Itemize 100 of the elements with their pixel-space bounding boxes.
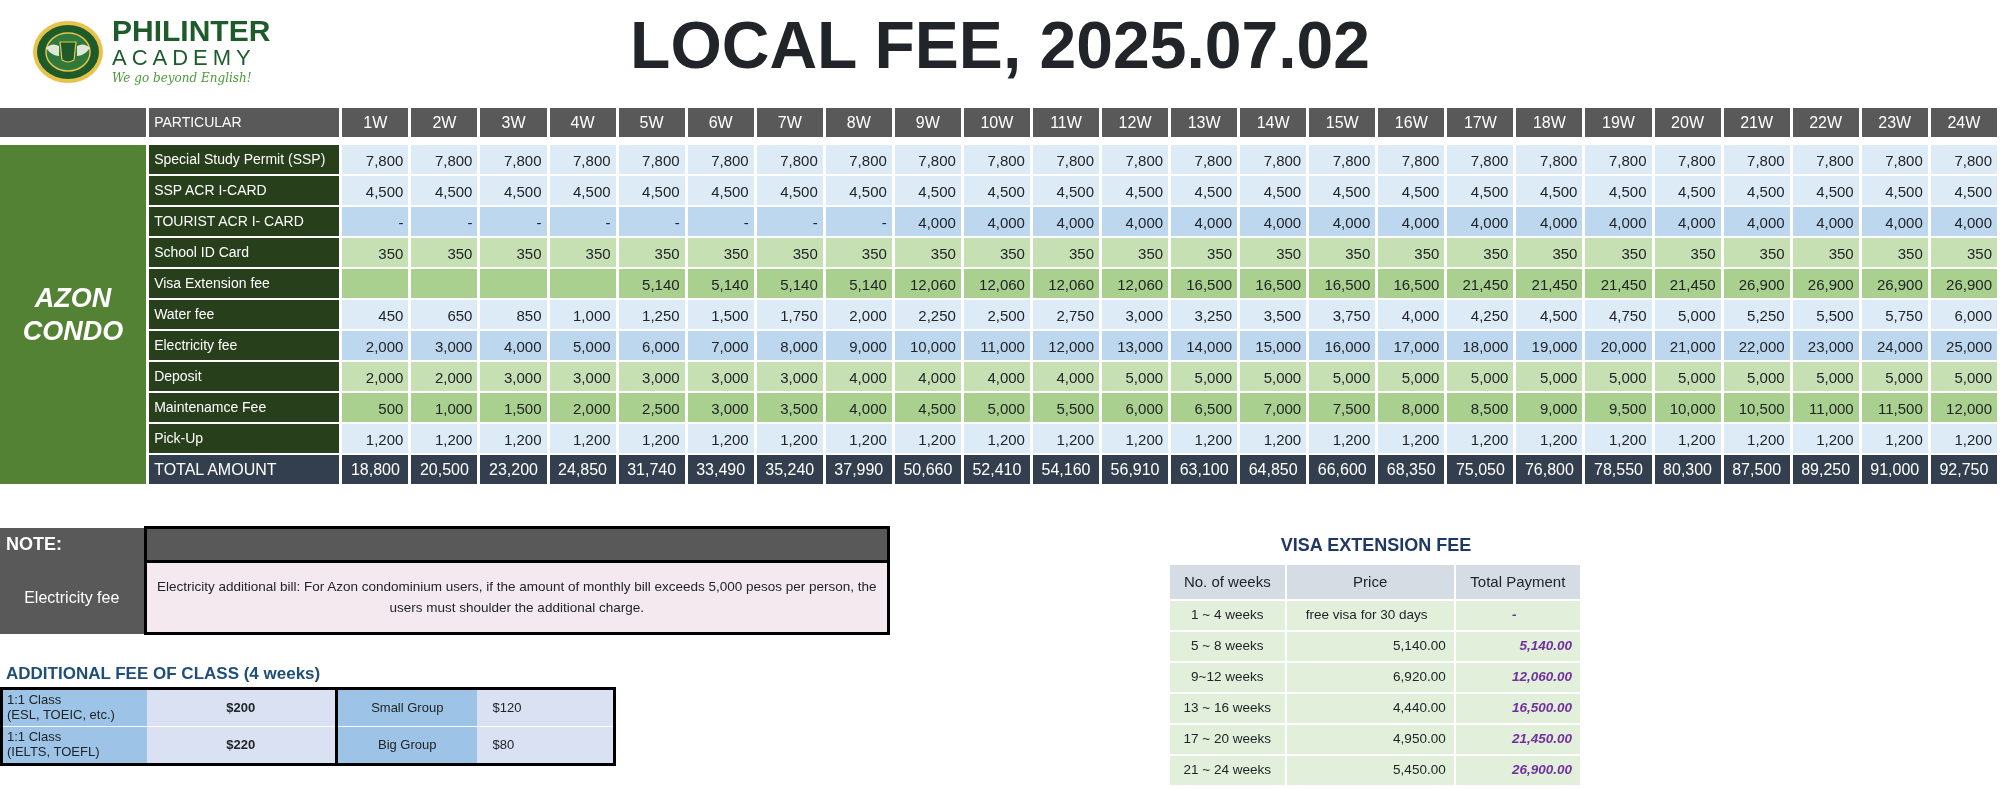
table-cell: - <box>687 207 754 236</box>
table-cell: 7,800 <box>1102 145 1169 174</box>
table-cell: 3,000 <box>549 362 616 391</box>
table-cell: 5,750 <box>1861 300 1928 329</box>
table-cell: 4,000 <box>1516 207 1583 236</box>
table-cell: 4,000 <box>1102 207 1169 236</box>
table-cell: 4,000 <box>1171 207 1238 236</box>
table-cell: 15,000 <box>1240 331 1307 360</box>
column-header: 21W <box>1723 108 1790 137</box>
column-header: 14W <box>1240 108 1307 137</box>
table-cell: 16,500 <box>1171 269 1238 298</box>
table-cell: 2,000 <box>411 362 478 391</box>
table-cell: 91,000 <box>1861 455 1928 484</box>
page-title: LOCAL FEE, 2025.07.02 <box>630 12 1370 78</box>
table-cell: 7,500 <box>1309 393 1376 422</box>
table-cell: 7,800 <box>1654 145 1721 174</box>
table-cell: 350 <box>1723 238 1790 267</box>
table-cell: 1,200 <box>1240 424 1307 453</box>
section-title: VISA EXTENSION FEE <box>1279 534 1473 557</box>
column-header: 15W <box>1309 108 1376 137</box>
table-cell: 4,000 <box>1585 207 1652 236</box>
table-cell: 4,000 <box>1861 207 1928 236</box>
table-cell: 16,500 <box>1240 269 1307 298</box>
table-cell: 4,500 <box>1102 176 1169 205</box>
table-cell: 1,200 <box>618 424 685 453</box>
column-header: 4W <box>549 108 616 137</box>
table-cell: 4,000 <box>1930 207 1997 236</box>
table-cell: 4,500 <box>480 176 547 205</box>
table-cell: 4,500 <box>1378 176 1445 205</box>
table-cell: 1,000 <box>411 393 478 422</box>
price-text: $220 <box>146 726 337 764</box>
table-cell: 21,450 <box>1447 269 1514 298</box>
table-cell: 850 <box>480 300 547 329</box>
table-cell: 35,240 <box>756 455 823 484</box>
table-cell: 1,200 <box>1516 424 1583 453</box>
table-cell: 7,800 <box>411 145 478 174</box>
table-cell: 1,250 <box>618 300 685 329</box>
price-text: $80 <box>476 726 615 764</box>
table-cell: 4,500 <box>1723 176 1790 205</box>
table-cell: 350 <box>1447 238 1514 267</box>
table-cell: 14,000 <box>1171 331 1238 360</box>
table-cell: 350 <box>1102 238 1169 267</box>
table-cell: 4,500 <box>1861 176 1928 205</box>
table-cell: 68,350 <box>1378 455 1445 484</box>
table-cell: 11,000 <box>963 331 1030 360</box>
table-cell: 5,000 <box>1654 362 1721 391</box>
table-cell: 7,800 <box>618 145 685 174</box>
table-cell: 19,000 <box>1516 331 1583 360</box>
table-cell: 1,200 <box>1861 424 1928 453</box>
table-cell: 5,000 <box>963 393 1030 422</box>
table-cell: 6,000 <box>1102 393 1169 422</box>
table-cell: 2,000 <box>549 393 616 422</box>
table-cell: 2,000 <box>342 331 409 360</box>
table-cell: 4,750 <box>1585 300 1652 329</box>
table-cell: 2,000 <box>825 300 892 329</box>
table-cell: 18,800 <box>342 455 409 484</box>
table-cell: 4,000 <box>894 362 961 391</box>
table-cell: 3,000 <box>756 362 823 391</box>
table-cell: 21,450 <box>1516 269 1583 298</box>
table-cell: 7,800 <box>1171 145 1238 174</box>
table-cell: - <box>549 207 616 236</box>
table-cell: 21,450 <box>1585 269 1652 298</box>
logo-subtitle: ACADEMY <box>112 46 257 70</box>
table-cell: 21,450.00 <box>1454 724 1581 755</box>
column-header: 6W <box>687 108 754 137</box>
table-cell: - <box>480 207 547 236</box>
table-cell: 450 <box>342 300 409 329</box>
table-cell: 10,000 <box>894 331 961 360</box>
table-cell: 5,140 <box>687 269 754 298</box>
column-header: 16W <box>1378 108 1445 137</box>
table-cell: 24,000 <box>1861 331 1928 360</box>
table-cell: 75,050 <box>1447 455 1514 484</box>
table-cell: 21,000 <box>1654 331 1721 360</box>
table-cell: 18,000 <box>1447 331 1514 360</box>
table-cell: 3,000 <box>618 362 685 391</box>
table-cell: 350 <box>1654 238 1721 267</box>
table-cell: 5,250 <box>1723 300 1790 329</box>
table-cell: 350 <box>1032 238 1099 267</box>
table-cell: 4,500 <box>618 176 685 205</box>
table-cell: 3,250 <box>1171 300 1238 329</box>
table-cell: 4,500 <box>1585 176 1652 205</box>
table-cell: 5,450.00 <box>1285 755 1455 786</box>
table-cell: 4,000 <box>1447 207 1514 236</box>
table-cell: 7,800 <box>342 145 409 174</box>
table-cell: 350 <box>342 238 409 267</box>
row-label: Electricity fee <box>149 331 340 360</box>
table-cell: 87,500 <box>1723 455 1790 484</box>
table-cell: 7,800 <box>825 145 892 174</box>
table-cell: 1,200 <box>1032 424 1099 453</box>
table-cell: 5,000 <box>1723 362 1790 391</box>
table-cell: 500 <box>342 393 409 422</box>
table-cell: 7,000 <box>687 331 754 360</box>
column-header: 17W <box>1447 108 1514 137</box>
table-cell: 66,600 <box>1309 455 1376 484</box>
logo-wordmark: PHILINTER <box>112 16 271 46</box>
table-cell: 5,140.00 <box>1454 631 1581 662</box>
table-cell: 33,490 <box>687 455 754 484</box>
table-cell: 350 <box>549 238 616 267</box>
table-cell: - <box>618 207 685 236</box>
table-cell: 350 <box>1861 238 1928 267</box>
